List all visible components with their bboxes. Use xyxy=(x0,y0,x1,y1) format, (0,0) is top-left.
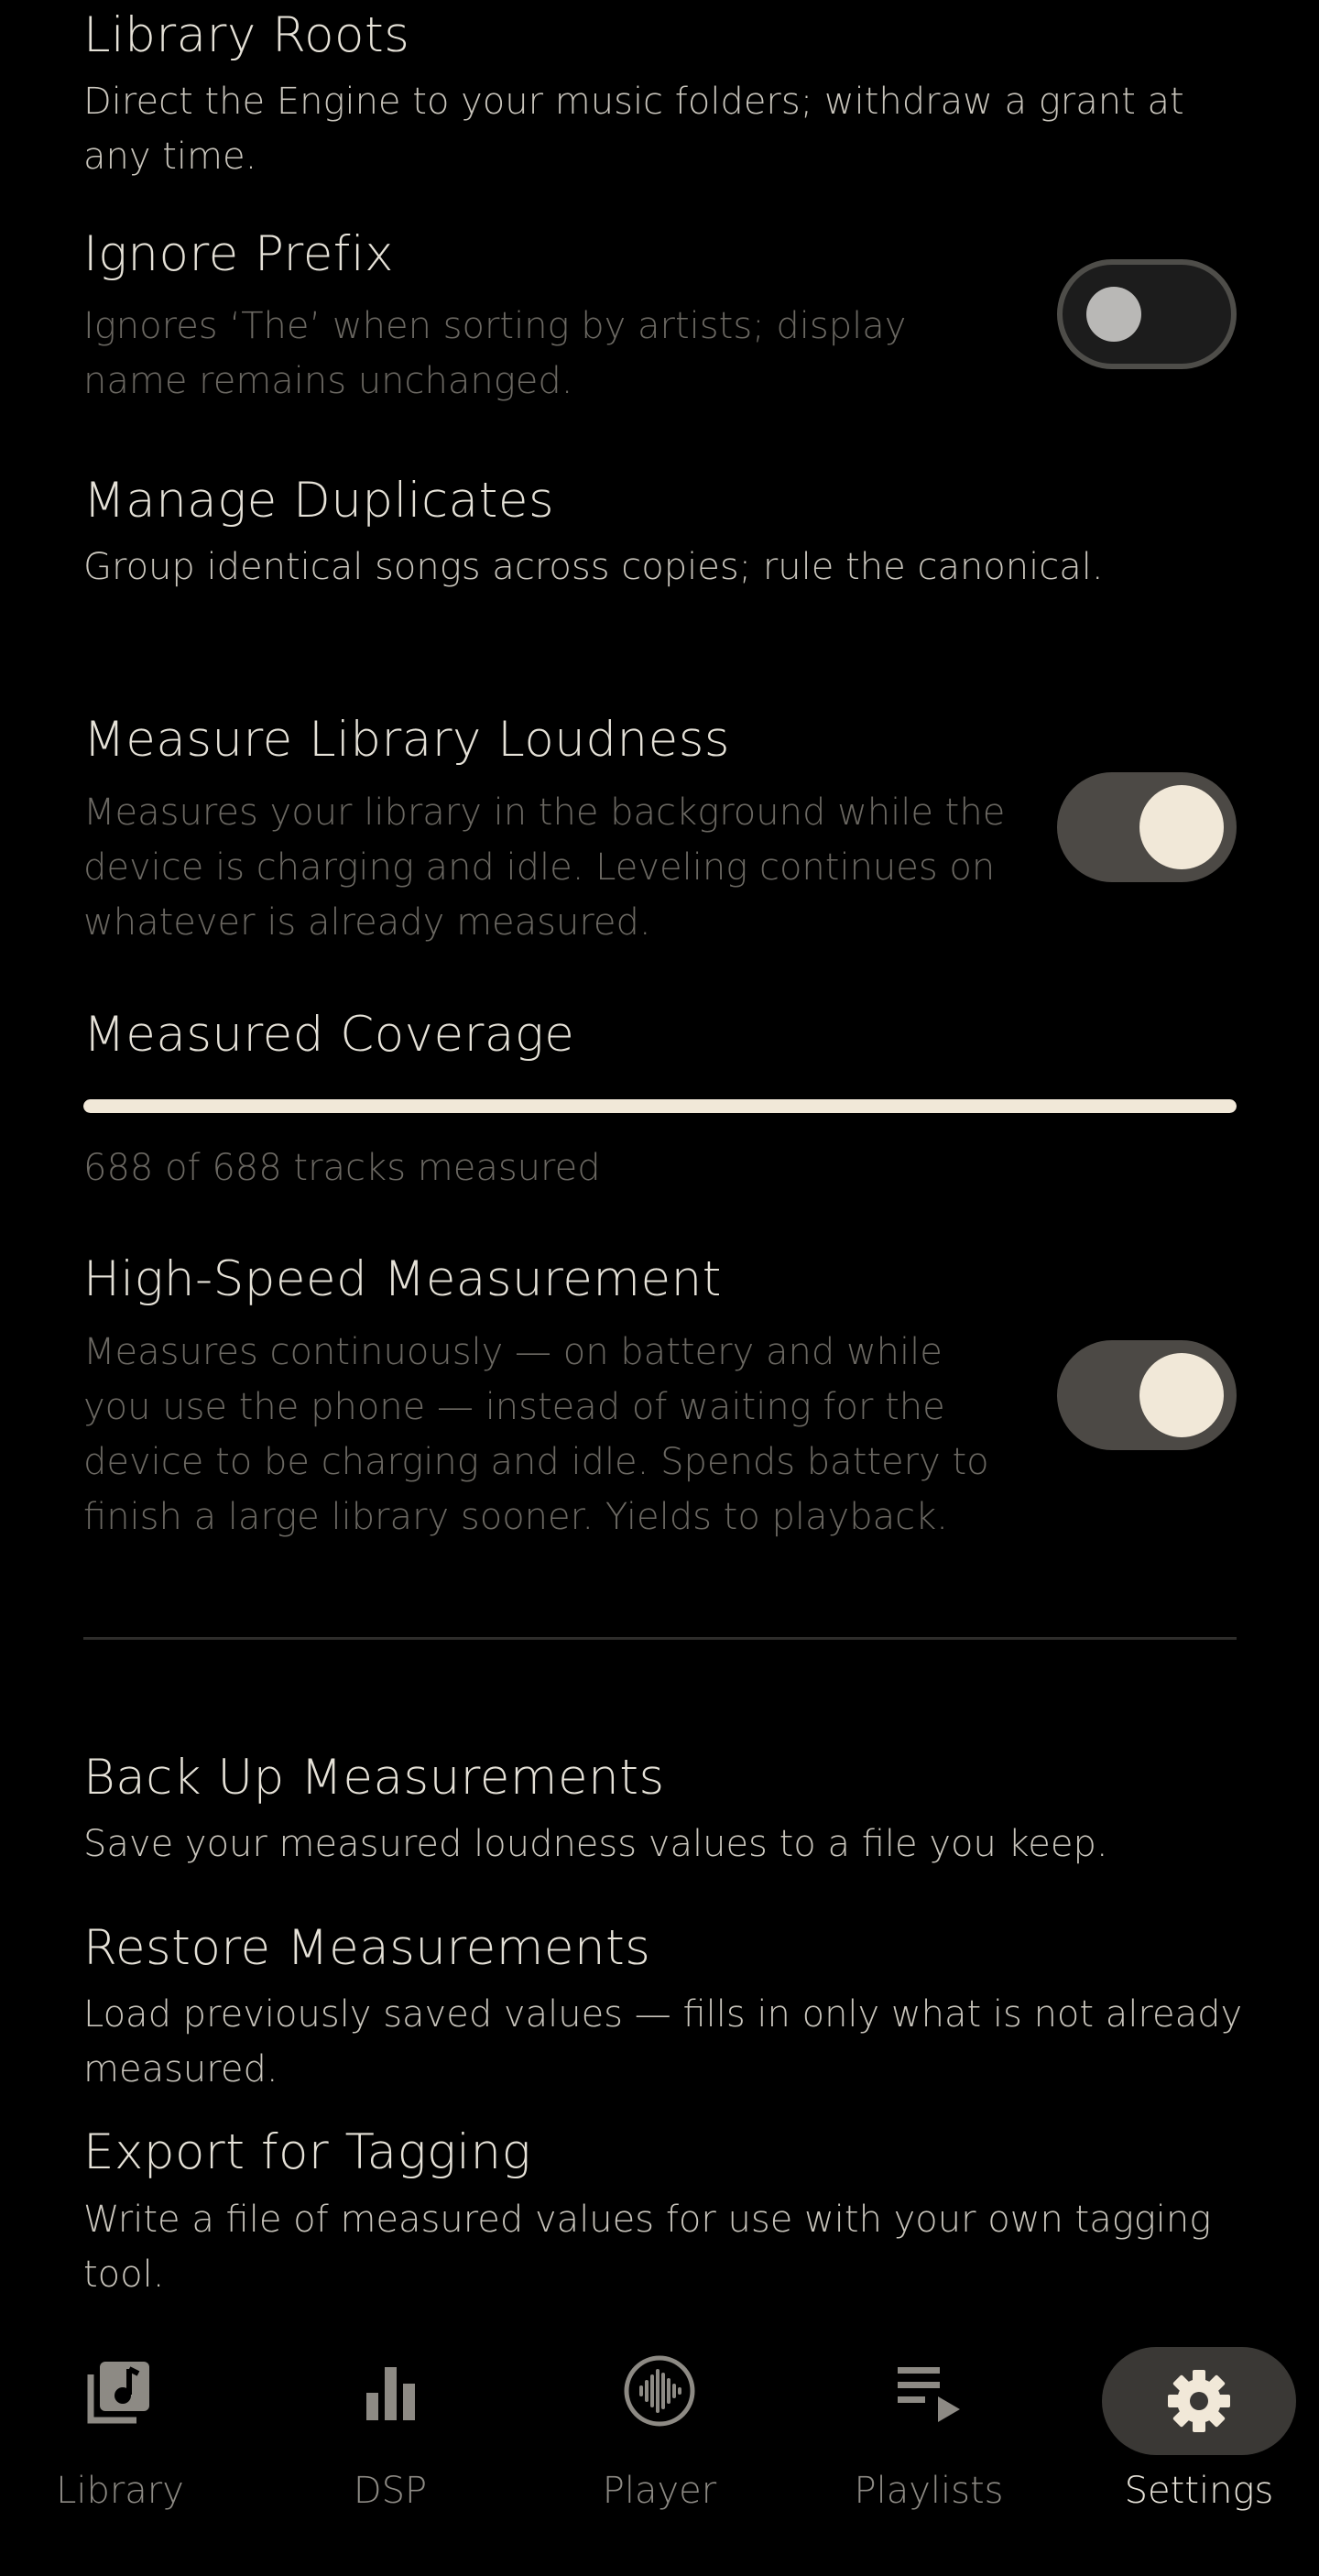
nav-item-playlists[interactable]: Playlists xyxy=(810,2299,1048,2576)
backup-title: Back Up Measurements xyxy=(83,1750,665,1806)
nav-label-dsp: DSP xyxy=(353,2470,428,2512)
measure-loudness-title: Measure Library Loudness xyxy=(83,712,730,768)
nav-label-playlists: Playlists xyxy=(854,2470,1004,2512)
nav-item-player[interactable]: Player xyxy=(540,2299,779,2576)
toggle-knob xyxy=(1139,1353,1224,1437)
ignore-prefix-title: Ignore Prefix xyxy=(83,226,395,282)
toggle-knob xyxy=(1086,287,1141,342)
restore-description: Load previously saved values — fills in … xyxy=(83,1993,1243,2090)
library-roots-title: Library Roots xyxy=(83,7,410,63)
manage-duplicates-description: Group identical songs across copies; rul… xyxy=(83,546,1104,588)
coverage-title: Measured Coverage xyxy=(83,1007,575,1063)
high-speed-toggle[interactable] xyxy=(1057,1340,1237,1450)
ignore-prefix-description: Ignores ‘The’ when sorting by artists; d… xyxy=(83,305,907,402)
section-divider xyxy=(83,1637,1237,1640)
export-title: Export for Tagging xyxy=(83,2124,531,2180)
waveform-icon xyxy=(616,2347,703,2435)
toggle-knob xyxy=(1139,785,1224,869)
measure-loudness-description: Measures your library in the background … xyxy=(83,791,1006,944)
nav-label-settings: Settings xyxy=(1124,2470,1274,2512)
nav-item-dsp[interactable]: DSP xyxy=(271,2299,509,2576)
measure-loudness-toggle[interactable] xyxy=(1057,772,1237,882)
nav-item-library[interactable]: Library xyxy=(1,2299,239,2576)
manage-duplicates-title: Manage Duplicates xyxy=(83,473,555,529)
nav-label-library: Library xyxy=(56,2470,184,2512)
settings-list: Library Roots Direct the Engine to your … xyxy=(0,0,1319,2299)
library-roots-description: Direct the Engine to your music folders;… xyxy=(83,81,1184,178)
high-speed-description: Measures continuously — on battery and w… xyxy=(83,1331,989,1538)
nav-label-player: Player xyxy=(602,2470,717,2512)
gear-icon xyxy=(1155,2357,1243,2445)
equalizer-icon xyxy=(346,2347,434,2435)
nav-item-settings[interactable]: Settings xyxy=(1080,2299,1318,2576)
bottom-nav: Library DSP Player Playlists Settings xyxy=(0,2299,1319,2576)
restore-title: Restore Measurements xyxy=(83,1920,651,1976)
high-speed-title: High-Speed Measurement xyxy=(83,1251,722,1307)
export-description: Write a file of measured values for use … xyxy=(83,2199,1212,2296)
coverage-progress-bar xyxy=(83,1099,1237,1113)
ignore-prefix-toggle[interactable] xyxy=(1057,259,1237,369)
backup-description: Save your measured loudness values to a … xyxy=(83,1823,1108,1865)
coverage-status: 688 of 688 tracks measured xyxy=(83,1147,601,1189)
coverage-progress-fill xyxy=(83,1099,1237,1113)
playlist-icon xyxy=(885,2347,973,2435)
library-icon xyxy=(76,2347,164,2435)
